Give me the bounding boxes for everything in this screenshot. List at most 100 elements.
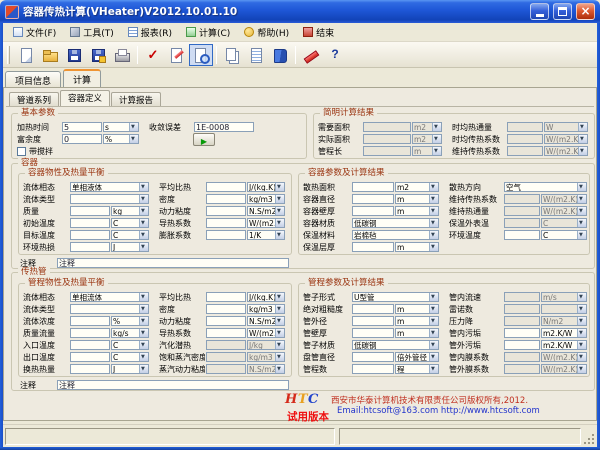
menu-item-calc[interactable]: 计算(C)	[179, 24, 237, 41]
unit-select[interactable]: W/(m2.K)	[541, 206, 587, 216]
toolbar-new-button[interactable]	[14, 44, 38, 66]
tube-param-input[interactable]	[504, 340, 540, 350]
toolbar-print-button[interactable]	[110, 44, 134, 66]
menu-item-help[interactable]: 帮助(H)	[237, 24, 296, 41]
unit-select[interactable]: J/(kg.K)	[247, 292, 285, 302]
menu-item-tools[interactable]: 工具(T)	[63, 24, 121, 41]
heat-time-unit-select[interactable]: s	[103, 122, 139, 132]
tube-param-select[interactable]: U型管	[352, 292, 439, 302]
tube-prop-input[interactable]	[70, 328, 110, 338]
toolbar-grip[interactable]	[7, 46, 10, 64]
toolbar-report-button[interactable]	[244, 44, 268, 66]
close-button[interactable]	[576, 3, 595, 20]
contact-line[interactable]: Email:htcsoft@163.com http://www.htcsoft…	[337, 406, 540, 416]
subtab-vessel-definition[interactable]: 容器定义	[60, 90, 110, 106]
subtab-pipe-series[interactable]: 管道系列	[9, 92, 59, 106]
unit-select[interactable]: N.S/m2	[247, 316, 285, 326]
toolbar-copy-button[interactable]	[220, 44, 244, 66]
toolbar-save-as-button[interactable]	[86, 44, 110, 66]
margin-unit-select[interactable]: %	[103, 134, 139, 144]
summary-field-input[interactable]	[363, 146, 411, 156]
tube-prop-input[interactable]	[206, 304, 246, 314]
tolerance-input[interactable]	[194, 122, 254, 132]
toolbar-wizard-button[interactable]	[165, 44, 189, 66]
tube-param-input[interactable]	[504, 316, 540, 326]
unit-select[interactable]: m2.K/W	[541, 340, 587, 350]
toolbar-preview-button[interactable]	[189, 44, 213, 66]
unit-select[interactable]: 倍外管径	[395, 352, 439, 362]
toolbar-open-button[interactable]	[38, 44, 62, 66]
tab-project-info[interactable]: 项目信息	[5, 71, 61, 87]
unit-select[interactable]: N.S/m2	[247, 206, 285, 216]
unit-select[interactable]: W/(m2.K)	[541, 194, 587, 204]
vessel-param-input[interactable]	[352, 194, 394, 204]
tube-prop-input[interactable]	[70, 364, 110, 374]
tube-param-input[interactable]	[504, 328, 540, 338]
unit-select[interactable]: m2	[395, 182, 439, 192]
unit-select[interactable]: m	[395, 206, 439, 216]
vessel-prop-input[interactable]	[70, 242, 110, 252]
unit-select[interactable]: m	[395, 304, 439, 314]
unit-select[interactable]: C	[111, 218, 149, 228]
unit-select[interactable]: m	[395, 194, 439, 204]
vessel-param-input[interactable]	[352, 182, 394, 192]
unit-select[interactable]: m	[395, 242, 439, 252]
minimize-button[interactable]	[530, 3, 549, 20]
unit-select[interactable]: C	[541, 230, 587, 240]
unit-select[interactable]: C	[111, 340, 149, 350]
vessel-param-input[interactable]	[504, 218, 540, 228]
unit-select[interactable]: m2	[412, 122, 442, 132]
unit-select[interactable]: J/(kg.K)	[247, 182, 285, 192]
toolbar-help-button[interactable]: ?	[323, 44, 347, 66]
unit-select[interactable]: N.S/m2	[247, 364, 285, 374]
tube-prop-input[interactable]	[206, 352, 246, 362]
tube-param-input[interactable]	[352, 328, 394, 338]
unit-select[interactable]: W/(m2.K)	[541, 352, 587, 362]
menu-item-report[interactable]: 报表(R)	[121, 24, 179, 41]
summary-field-input[interactable]	[363, 122, 411, 132]
vessel-prop-input[interactable]	[206, 194, 246, 204]
unit-select[interactable]: m	[412, 146, 442, 156]
vessel-param-input[interactable]	[504, 206, 540, 216]
unit-select[interactable]: kg/s	[111, 328, 149, 338]
summary-field-input[interactable]	[507, 134, 543, 144]
unit-select[interactable]: 1/K	[247, 230, 285, 240]
subtab-calc-report[interactable]: 计算报告	[111, 92, 161, 106]
summary-field-input[interactable]	[507, 146, 543, 156]
tube-prop-input[interactable]	[206, 328, 246, 338]
tube-prop-input[interactable]	[206, 292, 246, 302]
unit-select[interactable]: m/s	[541, 292, 587, 302]
toolbar-save-button[interactable]	[62, 44, 86, 66]
vessel-param-input[interactable]	[352, 242, 394, 252]
unit-select[interactable]: m	[395, 316, 439, 326]
unit-select[interactable]: N/m2	[541, 316, 587, 326]
tube-param-input[interactable]	[504, 304, 540, 314]
unit-select[interactable]: C	[111, 352, 149, 362]
tab-calculation[interactable]: 计算	[63, 69, 101, 87]
tube-param-input[interactable]	[504, 292, 540, 302]
vessel-prop-input[interactable]	[206, 206, 246, 216]
tube-prop-input[interactable]	[206, 364, 246, 374]
tube-prop-input[interactable]	[206, 316, 246, 326]
tube-param-input[interactable]	[352, 352, 394, 362]
tube-comment-input[interactable]	[57, 380, 289, 390]
vessel-param-select[interactable]: 低碳钢	[352, 218, 439, 228]
toolbar-calculate-button[interactable]: ✓	[141, 44, 165, 66]
unit-select[interactable]: W/(m2.K)	[541, 364, 587, 374]
unit-select[interactable]: m	[395, 328, 439, 338]
unit-select[interactable]: W/(m2.K)	[544, 146, 588, 156]
unit-select[interactable]: kg/m3	[247, 194, 285, 204]
tube-param-input[interactable]	[504, 352, 540, 362]
toolbar-pen-button[interactable]	[299, 44, 323, 66]
vessel-prop-select[interactable]: 单相液体	[70, 182, 149, 192]
tube-prop-input[interactable]	[70, 316, 110, 326]
unit-select[interactable]: C	[111, 230, 149, 240]
tube-prop-input[interactable]	[70, 352, 110, 362]
unit-select[interactable]: %	[111, 316, 149, 326]
unit-select[interactable]: m2.K/W	[541, 328, 587, 338]
menu-item-exit[interactable]: 结束	[296, 24, 341, 41]
margin-input[interactable]	[62, 134, 102, 144]
vessel-prop-input[interactable]	[70, 218, 110, 228]
vessel-prop-input[interactable]	[70, 206, 110, 216]
unit-select[interactable]: W/(m2.K)	[544, 134, 588, 144]
